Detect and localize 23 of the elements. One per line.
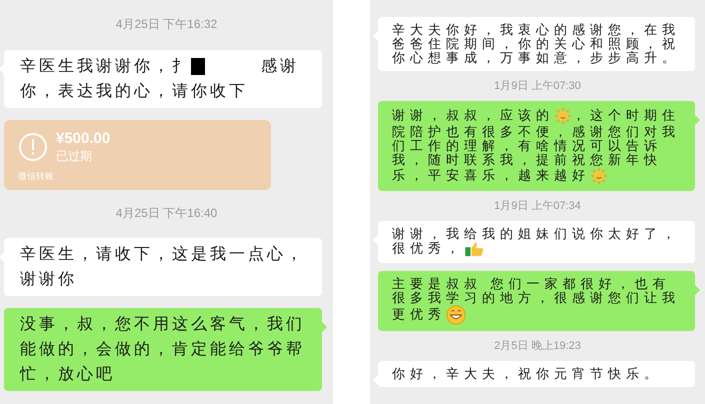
message-text: 谢谢，叔叔，应该的 ，这个时期住院陪护也有很多不便，感谢您们对我们工作的理解，有啥情况可以告诉我，随时联系我，提前祝您新年快乐，平安喜乐，越来越好 (392, 107, 681, 185)
timestamp: 1月9日 上午07:34 (494, 200, 581, 212)
grinning-face-icon (446, 305, 466, 325)
message-text: 辛医生我谢谢你，扌 感谢你，表达我的心，请你收下 (20, 56, 300, 102)
message-text: 谢谢，我给我的姐妹们说你太好了，很优秀， (392, 227, 681, 257)
timestamp: 4月25日 下午16:32 (116, 17, 218, 31)
timestamp: 4月25日 下午16:40 (116, 206, 218, 220)
sun-icon (554, 107, 572, 125)
sun-icon (590, 167, 608, 185)
transfer-label: 微信转账 (18, 170, 55, 183)
message-text: 辛大夫你好，我衷心的感谢您，在我爸爸住院期间，你的关心和照顾，祝你心想事成，万事如意，步步高升。 (392, 23, 681, 65)
transfer-status: 已过期 (56, 148, 93, 164)
message-text: 没事，叔，您不用这么客气，我们能做的，会做的，肯定能给爷爷帮忙，放心吧 (20, 314, 306, 385)
timestamp: 1月9日 上午07:30 (494, 80, 581, 92)
redaction-block (191, 58, 205, 76)
warning-icon (18, 132, 48, 162)
money-transfer-card[interactable]: ¥500.00 已过期 微信转账 (4, 120, 271, 190)
message-text: 主要是叔叔 您们一家都很好，也有很多我学习的地方，很感谢您们让我更优秀 (392, 277, 681, 325)
thumbs-up-icon (464, 241, 486, 257)
message-text: 你好，辛大夫，祝你元宵节快乐。 (392, 367, 663, 381)
timestamp: 2月5日 晚上19:23 (494, 340, 581, 352)
transfer-amount: ¥500.00 (56, 130, 110, 149)
message-text: 辛医生，请收下，这是我一点心，谢谢你 (20, 244, 306, 290)
